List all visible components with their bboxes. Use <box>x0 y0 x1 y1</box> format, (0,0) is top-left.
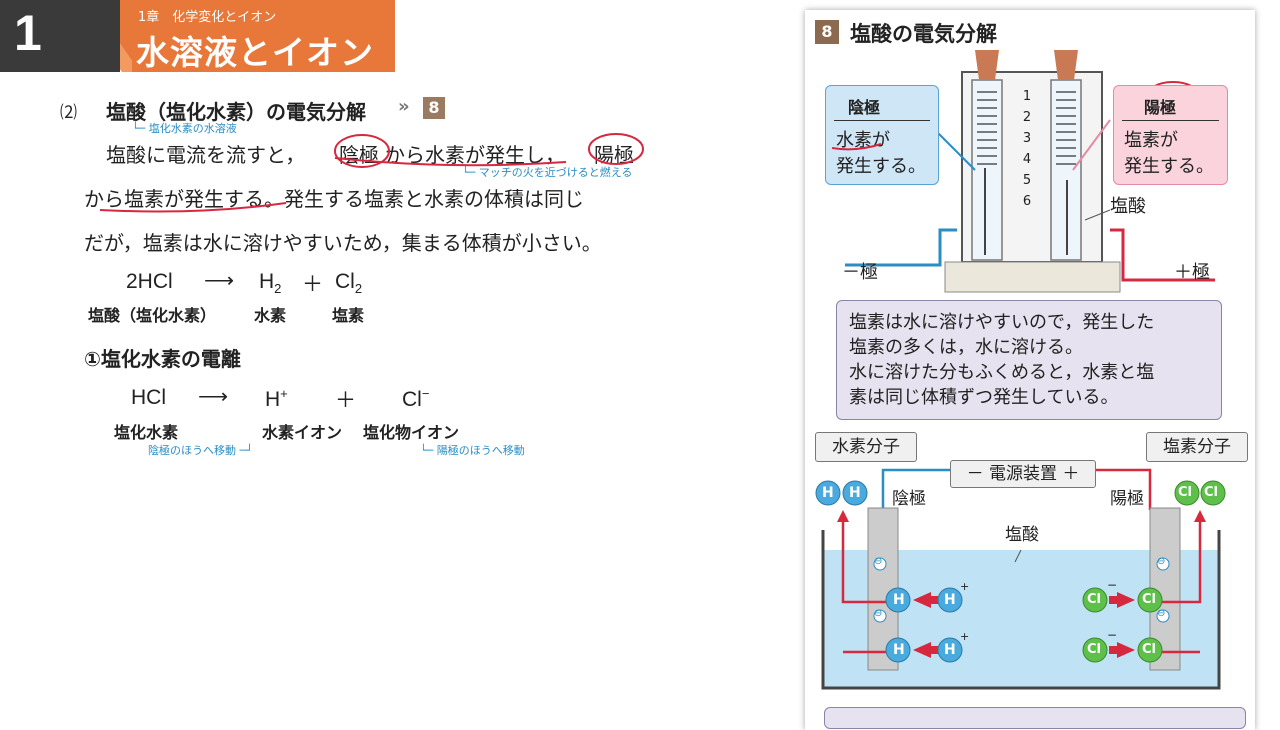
cathode-callout: 陰極 水素が 発生する。 <box>825 85 939 185</box>
cl-ion-1: Cl <box>1087 592 1101 607</box>
eq2-label-reactant: 塩化水素 <box>114 423 179 442</box>
electron-cathode-1: ⊖ <box>874 556 883 567</box>
annotation-underline-line1 <box>334 157 567 167</box>
explanation-box: 塩素は水に溶けやすいので，発生した 塩素の多くは，水に溶ける。 水に溶けた分もふ… <box>836 300 1222 420</box>
tube-scale: 123 456 <box>1022 89 1032 209</box>
eq1-label-p2: 塩素 <box>332 306 365 325</box>
eq2-arrow: ⟶ <box>198 385 229 408</box>
cathode-diagram-label: 陰極 <box>892 489 926 509</box>
eq2-product1: H+ <box>265 386 288 411</box>
h-molecule-atom-2: H <box>849 485 861 501</box>
positive-pole-label: ＋極 <box>1174 262 1210 283</box>
cl-molecule-atom-2: Cl <box>1204 485 1218 500</box>
eq1-product1: H2 <box>259 270 282 297</box>
power-supply-label: － 電源装置 ＋ <box>950 460 1096 488</box>
tube-cathode <box>971 79 1003 261</box>
apparatus-base <box>944 261 1121 293</box>
eq1-label-p1: 水素 <box>254 306 287 325</box>
h-atom-cathode-2: H <box>893 642 905 658</box>
bottom-caption-box <box>824 707 1246 729</box>
eq2-label-p1: 水素イオン <box>262 423 343 442</box>
anode-callout-title: 陽極 <box>1144 98 1177 117</box>
solution-label: 塩酸 <box>1005 525 1039 545</box>
anode-callout-line2: 発生する。 <box>1124 156 1214 177</box>
cl-atom-anode-2: Cl <box>1142 642 1156 657</box>
eq2-plus: ＋ <box>335 389 356 412</box>
eq1-product2: Cl2 <box>335 270 363 297</box>
cl-ion-2-charge: − <box>1107 628 1118 642</box>
annotation-circle-anode <box>588 133 644 165</box>
electron-anode-2: ⊖ <box>1157 608 1166 619</box>
h-ion-1-charge: + <box>960 580 970 593</box>
electron-anode-1: ⊖ <box>1157 556 1166 567</box>
cl-ion-1-charge: − <box>1107 578 1118 592</box>
anode-callout: 陽極 塩素が 発生する。 <box>1113 85 1228 185</box>
electron-cathode-2: ⊖ <box>874 608 883 619</box>
cl-molecule-atom-1: Cl <box>1178 485 1192 500</box>
eq1-plus: ＋ <box>302 273 323 296</box>
cl-atom-anode-1: Cl <box>1142 592 1156 607</box>
eq1-arrow: ⟶ <box>204 269 235 292</box>
h-molecule-atom-1: H <box>822 485 834 501</box>
eq2-note-cathode: 陰極のほうへ移動 ─┘ <box>148 444 253 457</box>
h-ion-1: H <box>944 592 956 608</box>
h-ion-2-charge: + <box>960 630 970 643</box>
anode-diagram-label: 陽極 <box>1110 489 1144 509</box>
eq1-reactant: 2HCl <box>126 270 173 293</box>
h2-molecule-label: 水素分子 <box>815 432 917 462</box>
annotation-underline-line2 <box>99 202 287 213</box>
apparatus-hcl-label: 塩酸 <box>1110 196 1146 217</box>
ionization-heading: ①塩化水素の電離 <box>84 347 241 371</box>
explanation-text: 塩素は水に溶けやすいので，発生した 塩素の多くは，水に溶ける。 水に溶けた分もふ… <box>849 312 1155 408</box>
eq2-reactant: HCl <box>131 386 166 409</box>
cl-ion-2: Cl <box>1087 642 1101 657</box>
stopper-anode <box>1054 50 1078 80</box>
cl2-molecule-label: 塩素分子 <box>1146 432 1248 462</box>
h-ion-2: H <box>944 642 956 658</box>
eq2-note-anode: └─ 陽極のほうへ移動 <box>420 444 525 457</box>
h-atom-cathode-1: H <box>893 592 905 608</box>
annotation-layer <box>99 133 644 213</box>
eq1-label-reactant: 塩酸（塩化水素） <box>88 306 217 325</box>
eq2-label-p2: 塩化物イオン <box>363 423 460 442</box>
eq2-product2: Cl− <box>402 386 430 411</box>
stopper-cathode <box>975 50 999 80</box>
negative-pole-label: －極 <box>842 262 878 283</box>
anode-callout-line1: 塩素が <box>1124 130 1178 151</box>
